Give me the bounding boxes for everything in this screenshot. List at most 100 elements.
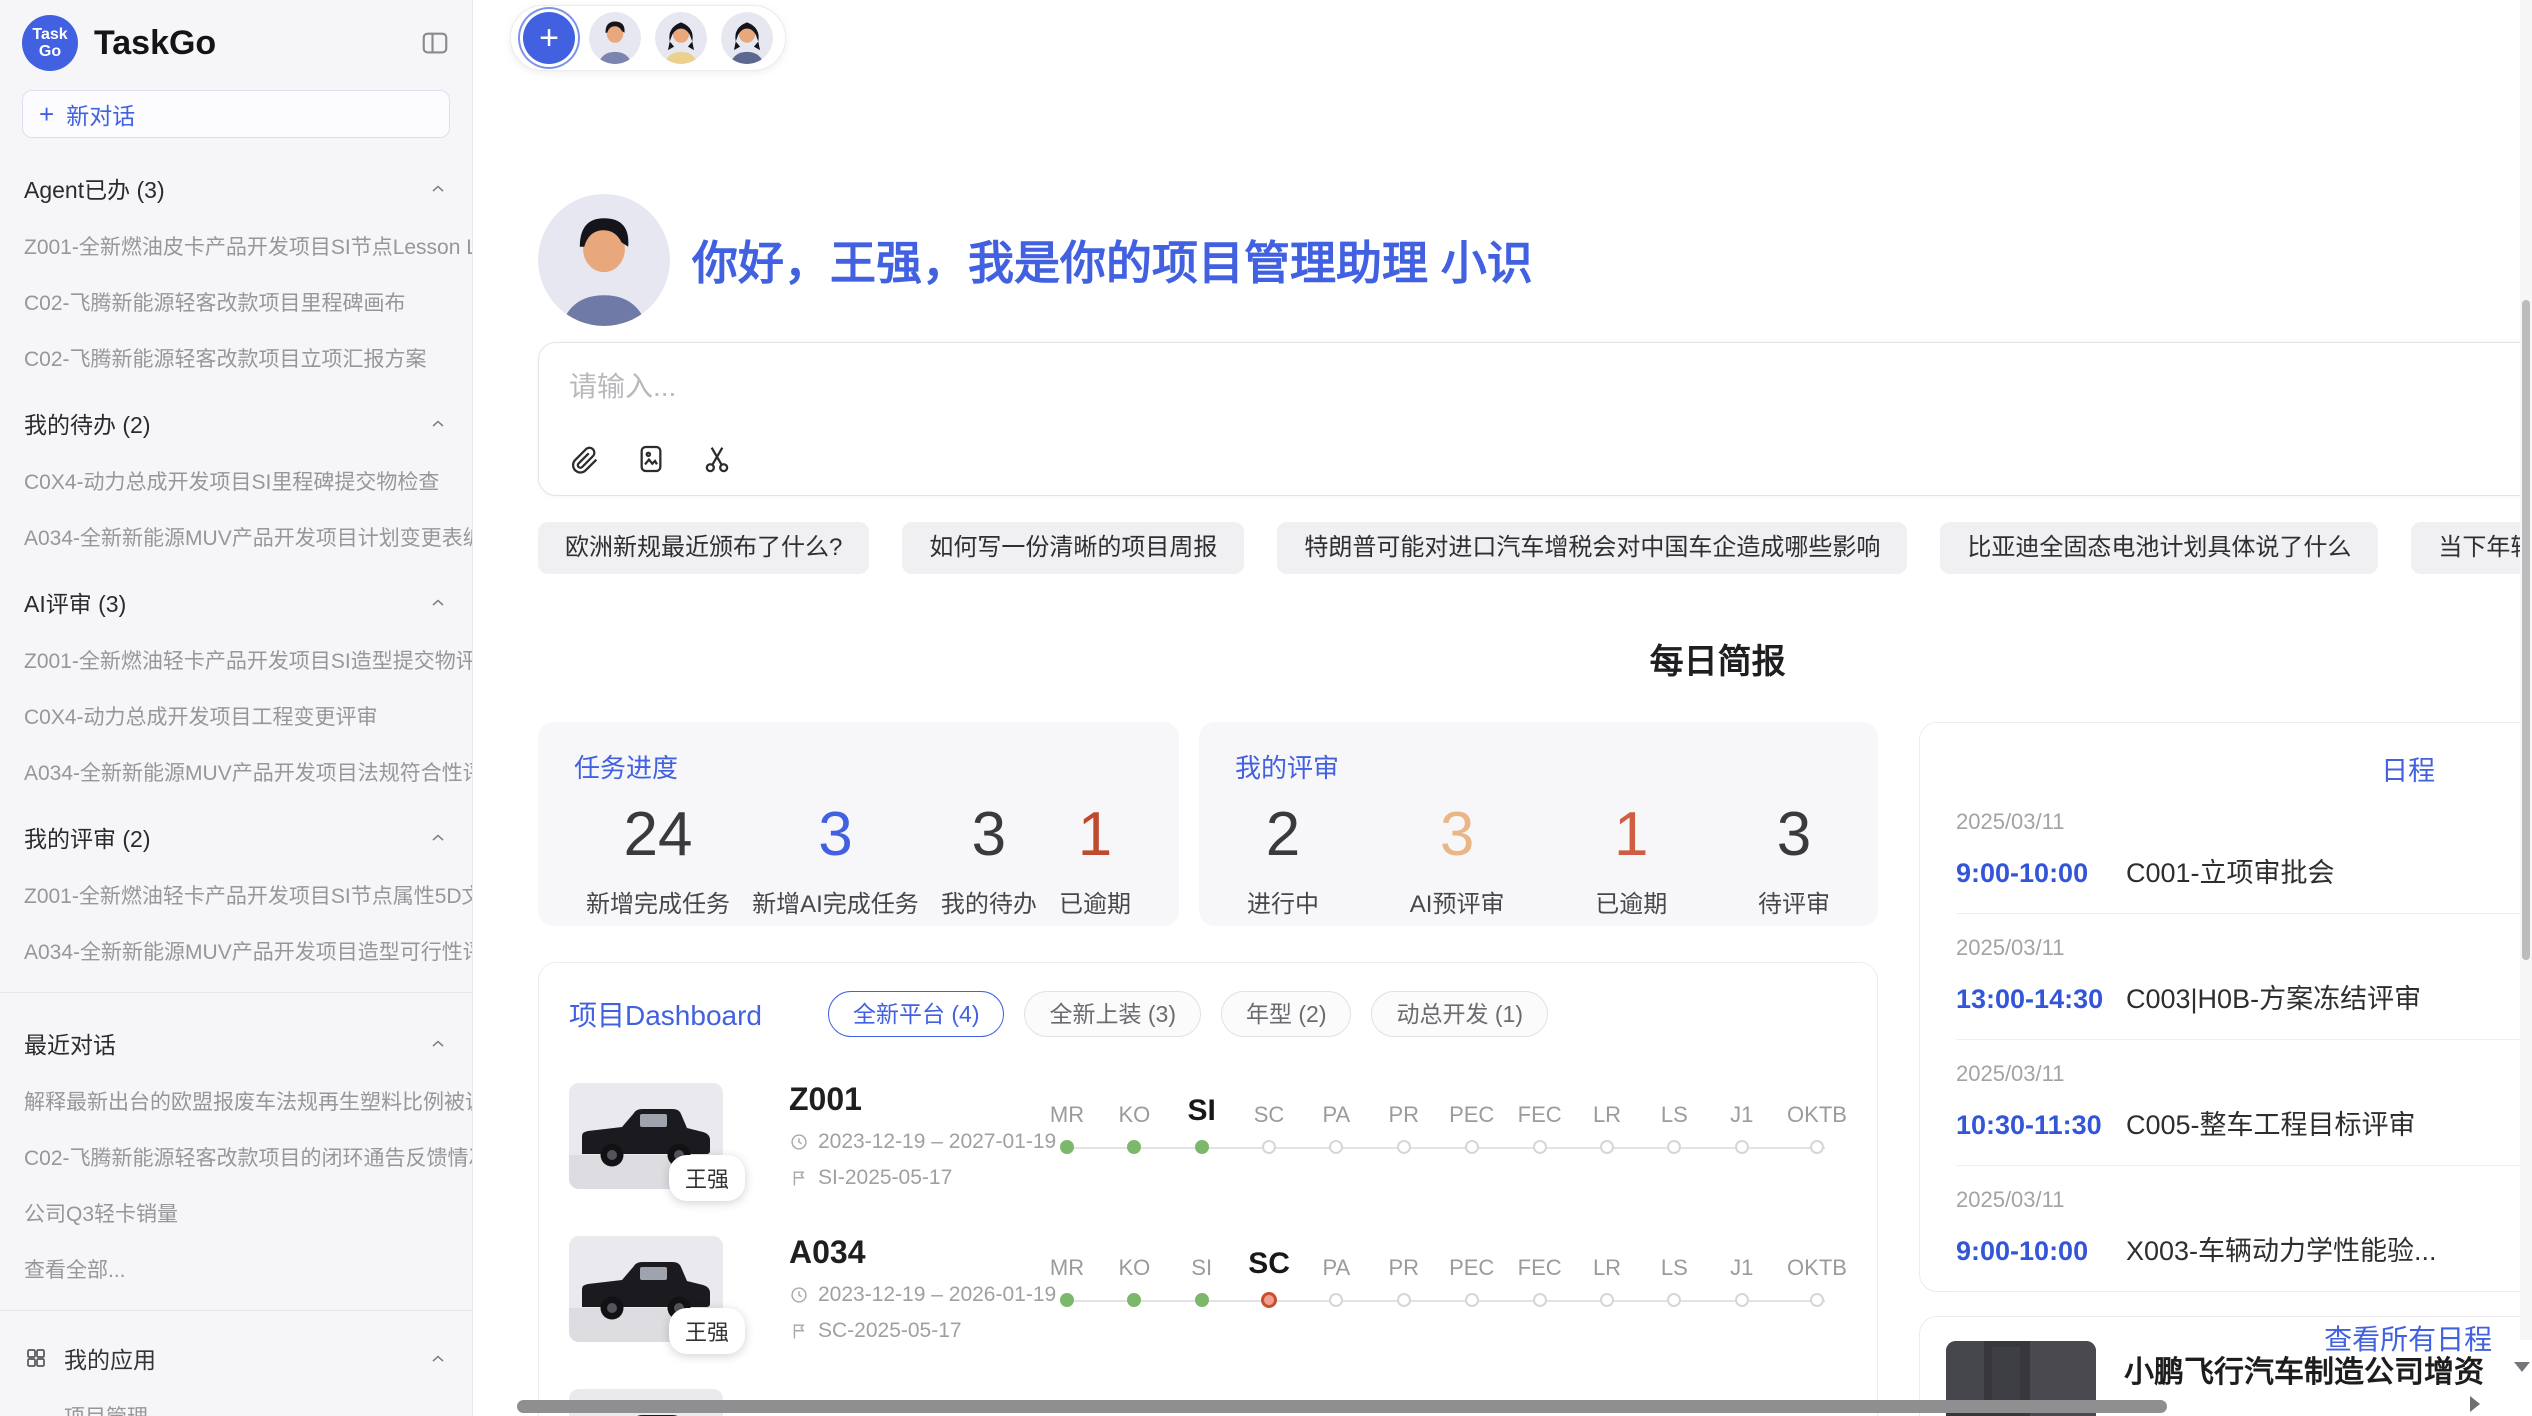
dashboard-title: 项目Dashboard — [569, 994, 762, 1034]
event-time: 10:30-11:30 — [1956, 1110, 2126, 1141]
new-chat-label: 新对话 — [66, 97, 135, 131]
stat-label: 已逾期 — [1059, 884, 1131, 919]
schedule-event[interactable]: 2025/03/1113:00-14:30C003|H0B-方案冻结评审加入 — [1956, 914, 2532, 1040]
milestone-dot-todo — [1533, 1140, 1547, 1154]
schedule-event[interactable]: 2025/03/1110:30-11:30C005-整车工程目标评审加入 — [1956, 1040, 2532, 1166]
vertical-scrollbar[interactable] — [2520, 0, 2532, 1340]
stat-item: 2进行中 — [1247, 799, 1319, 919]
milestone-tag-text: SI-2025-05-17 — [818, 1166, 952, 1190]
milestone-label: OKTB — [1787, 1239, 1847, 1281]
filter-pill[interactable]: 全新上装 (3) — [1024, 991, 1201, 1037]
milestone-dot-done — [1195, 1140, 1209, 1154]
section-heading-recent[interactable]: 最近对话 — [0, 1026, 472, 1060]
project-owner-badge: 王强 — [669, 1155, 745, 1201]
project-dashboard-card: 项目Dashboard 全新平台 (4) 全新上装 (3) 年型 (2) 动总开发 (… — [538, 962, 1878, 1416]
new-chat-button[interactable]: + 新对话 — [22, 90, 450, 138]
app-item[interactable]: 项目管理 — [0, 1401, 472, 1416]
conversation-item[interactable]: 公司Q3轻卡销量 — [0, 1198, 472, 1228]
chevron-up-icon — [428, 1033, 448, 1053]
agent-avatar-3[interactable] — [721, 12, 773, 64]
project-code: Z001 — [789, 1081, 1039, 1118]
task-item[interactable]: Z001-全新燃油皮卡产品开发项目SI节点Lesson Learn报告 — [0, 231, 472, 261]
my-apps-heading[interactable]: 我的应用 — [0, 1341, 472, 1375]
milestone-dot-todo — [1600, 1140, 1614, 1154]
milestone-dot-todo — [1397, 1140, 1411, 1154]
filter-pill[interactable]: 年型 (2) — [1221, 991, 1352, 1037]
add-agent-button[interactable]: + — [523, 12, 575, 64]
milestone-label: LR — [1585, 1086, 1629, 1128]
sidebar-collapse-icon[interactable] — [420, 28, 450, 58]
event-name: C003|H0B-方案冻结评审 — [2126, 977, 2532, 1016]
plus-icon: + — [39, 99, 54, 130]
milestone-FEC: FEC — [1518, 1086, 1562, 1154]
milestone-dot-todo — [1533, 1293, 1547, 1307]
section-heading-0[interactable]: Agent已办 (3) — [0, 171, 472, 205]
task-item[interactable]: C0X4-动力总成开发项目SI里程碑提交物检查 — [0, 466, 472, 496]
agent-avatar-1[interactable] — [589, 12, 641, 64]
milestone-label: MR — [1045, 1086, 1089, 1128]
task-item[interactable]: C02-飞腾新能源轻客改款项目立项汇报方案 — [0, 343, 472, 373]
task-item[interactable]: A034-全新新能源MUV产品开发项目法规符合性评审 — [0, 757, 472, 787]
attachment-icon[interactable] — [569, 443, 601, 475]
project-image: 王强 — [569, 1236, 723, 1342]
conversation-item[interactable]: C02-飞腾新能源轻客改款项目的闭环通告反馈情况 — [0, 1142, 472, 1172]
sidebar-header: Task Go TaskGo — [0, 12, 472, 74]
scroll-right-arrow-icon[interactable] — [2470, 1396, 2480, 1412]
stat-item: 3待评审 — [1758, 799, 1830, 919]
suggestion-chip[interactable]: 当下年轻人对汽车外观有怎样的喜好趋势 — [2411, 522, 2532, 574]
task-item[interactable]: C0X4-动力总成开发项目工程变更评审 — [0, 701, 472, 731]
milestone-dot-todo — [1465, 1293, 1479, 1307]
milestone-J1: J1 — [1720, 1086, 1764, 1154]
suggestion-chip[interactable]: 欧洲新规最近颁布了什么? — [538, 522, 869, 574]
stat-label: 新增AI完成任务 — [752, 884, 919, 919]
vertical-scrollbar-thumb[interactable] — [2522, 300, 2530, 960]
milestone-OKTB: OKTB — [1787, 1086, 1847, 1154]
briefing-grid: 任务进度24新增完成任务3新增AI完成任务3我的待办1已逾期我的评审2进行中3A… — [538, 722, 2532, 1416]
horizontal-scrollbar-thumb[interactable] — [517, 1400, 2167, 1413]
milestone-label: SI — [1180, 1086, 1224, 1128]
briefing-title-row: 每日简报 — [538, 634, 2532, 678]
chat-input[interactable] — [569, 365, 1969, 415]
view-all-conversations-link[interactable]: 查看全部... — [0, 1254, 472, 1284]
section-heading-1[interactable]: 我的待办 (2) — [0, 406, 472, 440]
conversation-item[interactable]: 解释最新出台的欧盟报废车法规再生塑料比例被调至15%... — [0, 1086, 472, 1116]
section-heading-2[interactable]: AI评审 (3) — [0, 585, 472, 619]
milestone-dot-todo — [1667, 1293, 1681, 1307]
filter-pill[interactable]: 动总开发 (1) — [1371, 991, 1548, 1037]
stat-value: 24 — [586, 799, 730, 870]
task-item[interactable]: A034-全新新能源MUV产品开发项目计划变更表编写 — [0, 522, 472, 552]
milestone-label: KO — [1112, 1086, 1156, 1128]
scissors-icon[interactable] — [701, 443, 733, 475]
stat-item: 3我的待办 — [941, 799, 1037, 919]
milestone-dot-todo — [1329, 1140, 1343, 1154]
stat-card-tasks: 任务进度24新增完成任务3新增AI完成任务3我的待办1已逾期 — [538, 722, 1179, 926]
suggestion-chip[interactable]: 比亚迪全固态电池计划具体说了什么 — [1940, 522, 2378, 574]
section-heading-3[interactable]: 我的评审 (2) — [0, 820, 472, 854]
image-icon[interactable] — [635, 443, 667, 475]
scroll-down-arrow-icon[interactable] — [2514, 1362, 2530, 1372]
app-window: Task Go TaskGo + 新对话 Agent已办 (3) Z001-全新燃… — [0, 0, 2532, 1416]
milestone-SC: SC — [1247, 1239, 1291, 1308]
flag-icon — [789, 1321, 809, 1341]
milestone-dot-overdue — [1261, 1292, 1277, 1308]
agent-avatar-2[interactable] — [655, 12, 707, 64]
task-item[interactable]: A034-全新新能源MUV产品开发项目造型可行性评审 — [0, 936, 472, 966]
milestone-label: SC — [1247, 1239, 1291, 1281]
milestone-PA: PA — [1314, 1086, 1358, 1154]
project-date-range: 2023-12-19 – 2027-01-19 — [789, 1130, 1039, 1154]
filter-pill[interactable]: 全新平台 (4) — [828, 991, 1005, 1037]
suggestion-chip[interactable]: 特朗普可能对进口汽车增税会对中国车企造成哪些影响 — [1277, 522, 1907, 574]
milestone-SC: SC — [1247, 1086, 1291, 1154]
task-item[interactable]: C02-飞腾新能源轻客改款项目里程碑画布 — [0, 287, 472, 317]
milestone-LS: LS — [1652, 1239, 1696, 1308]
schedule-event[interactable]: 2025/03/119:00-10:00C001-立项审批会加入 — [1956, 788, 2532, 914]
milestone-label: J1 — [1720, 1239, 1764, 1281]
schedule-event[interactable]: 2025/03/119:00-10:00X003-车辆动力学性能验...加入 — [1956, 1166, 2532, 1292]
stat-value: 1 — [1595, 799, 1667, 870]
task-item[interactable]: Z001-全新燃油轻卡产品开发项目SI节点属性5D文件评审 — [0, 880, 472, 910]
milestone-dot-todo — [1329, 1293, 1343, 1307]
task-item[interactable]: Z001-全新燃油轻卡产品开发项目SI造型提交物评审 — [0, 645, 472, 675]
suggestion-chip[interactable]: 如何写一份清晰的项目周报 — [902, 522, 1244, 574]
milestone-KO: KO — [1112, 1239, 1156, 1308]
stat-card-title: 我的评审 — [1235, 748, 1842, 785]
